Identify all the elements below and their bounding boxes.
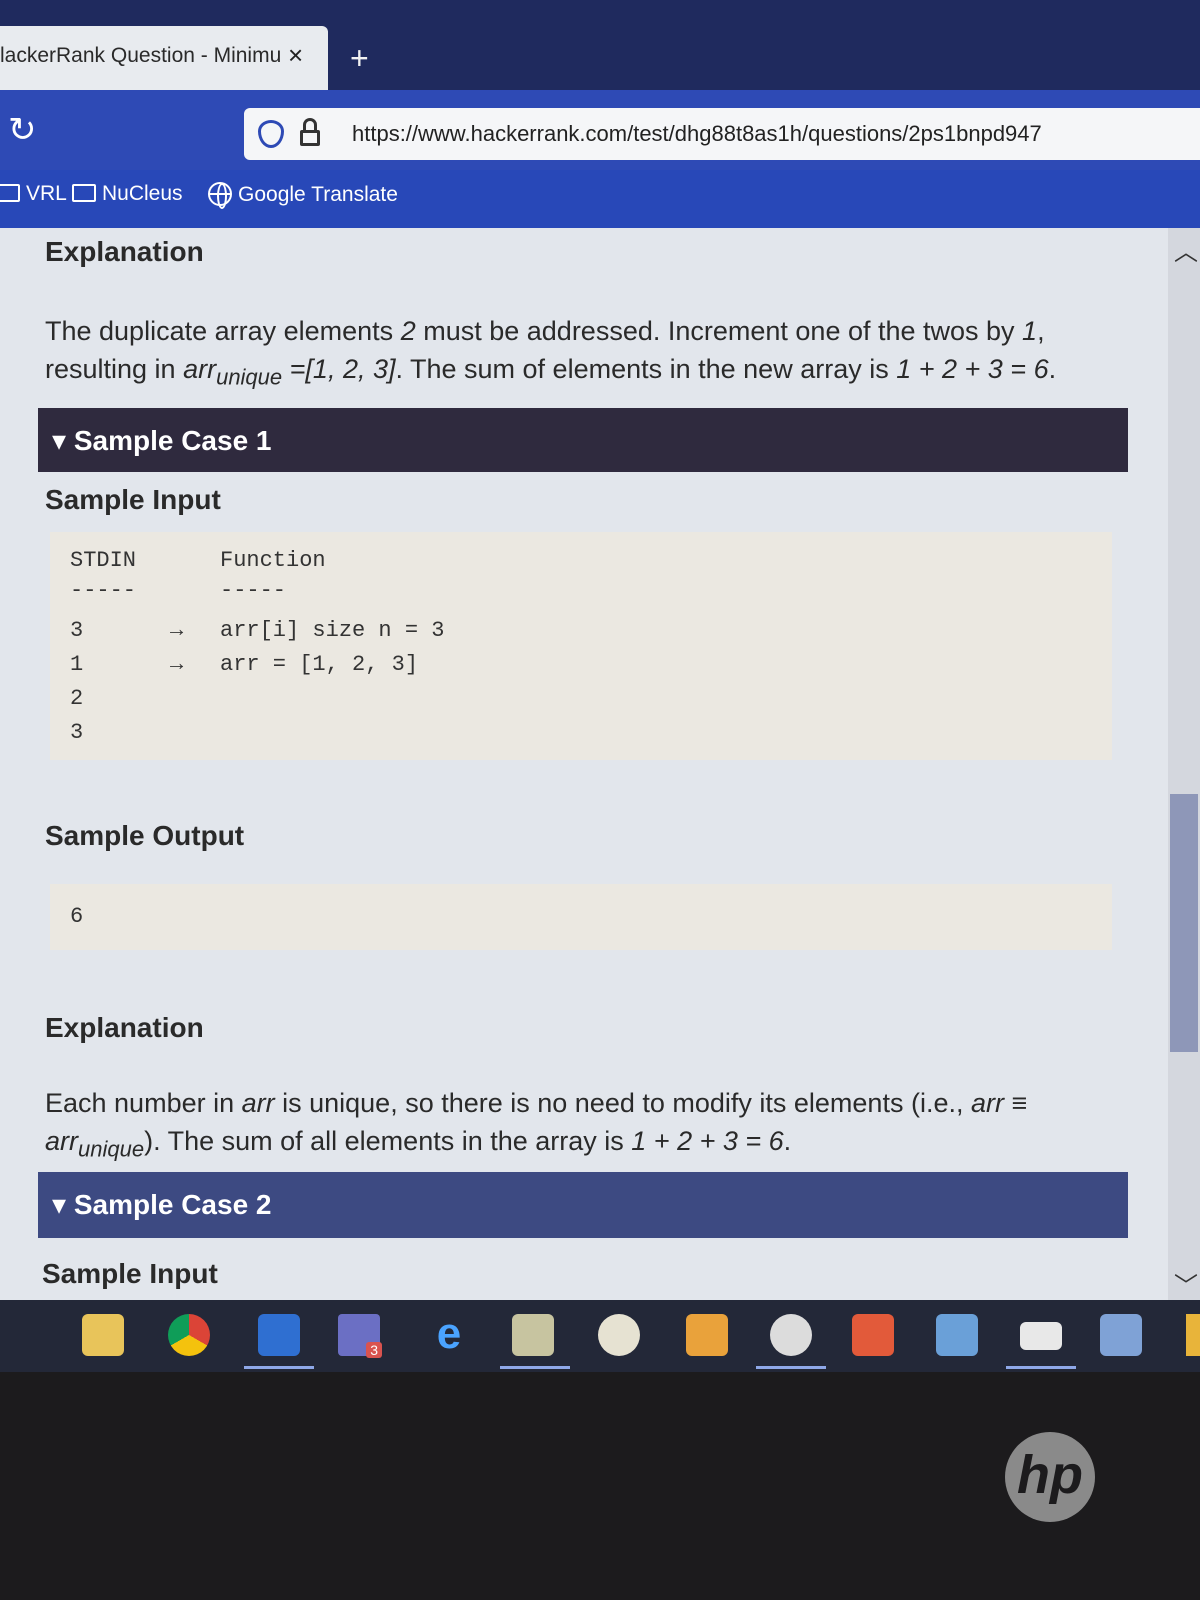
terminal-active-indicator — [1006, 1366, 1076, 1369]
text-segment: . — [783, 1126, 792, 1156]
text-segment: must be addressed. Increment one of the … — [415, 316, 1023, 346]
stdin-value: 2 — [70, 686, 84, 711]
function-label: Function — [220, 548, 326, 573]
stdin-value: 1 — [70, 652, 84, 677]
terminal-icon[interactable] — [1020, 1322, 1062, 1350]
output-value: 6 — [70, 904, 84, 929]
function-value: arr = [1, 2, 3] — [220, 652, 419, 677]
outlook-active-indicator — [244, 1366, 314, 1369]
chrome-icon[interactable] — [168, 1314, 210, 1356]
teams-badge: 3 — [366, 1342, 382, 1358]
teams-icon[interactable]: 3 — [338, 1314, 382, 1358]
sample-case-1-header[interactable]: ▾ Sample Case 1 — [38, 408, 1128, 472]
text-segment: Each number in — [45, 1088, 242, 1118]
explanation-heading: Explanation — [45, 236, 204, 267]
stdin-value: 3 — [70, 618, 84, 643]
scroll-up-icon[interactable]: ︿ — [1174, 232, 1198, 267]
text-segment: 1 — [1022, 316, 1038, 346]
bookmark-label: Google Translate — [238, 183, 398, 206]
lock-icon[interactable] — [300, 118, 320, 148]
url-text[interactable]: https://www.hackerrank.com/test/dhg88t8a… — [352, 121, 1042, 147]
function-dashes: ----- — [220, 578, 287, 603]
internet-explorer-icon[interactable]: e — [428, 1312, 470, 1356]
outlook-icon[interactable] — [258, 1314, 300, 1356]
explanation-heading-1: Explanation — [45, 1012, 204, 1043]
folder-icon — [0, 184, 20, 202]
sample-case-2-header[interactable]: ▾ Sample Case 2 — [38, 1172, 1128, 1238]
arrow-icon: → — [170, 652, 184, 677]
network-icon[interactable] — [936, 1314, 978, 1356]
bookmark-vrl[interactable]: VRL — [0, 182, 67, 206]
text-segment: is unique, so there is no need to modify… — [274, 1088, 971, 1118]
file-explorer-icon[interactable] — [82, 1314, 124, 1356]
ue-icon[interactable] — [598, 1314, 640, 1356]
notepad-icon[interactable] — [512, 1314, 554, 1356]
navigation-bar: ↻ https://www.hackerrank.com/test/dhg88t… — [0, 90, 1200, 170]
question-content: Explanation The duplicate array elements… — [0, 228, 1168, 1310]
paint-active-indicator — [756, 1366, 826, 1369]
new-tab-button[interactable]: + — [350, 40, 369, 77]
sample-input-heading-2: Sample Input — [42, 1258, 218, 1289]
text-segment: , — [1037, 316, 1045, 346]
sample-output-heading: Sample Output — [45, 820, 245, 851]
close-tab-icon[interactable]: × — [288, 40, 303, 71]
text-segment: resulting in — [45, 354, 184, 384]
scroll-thumb[interactable] — [1170, 794, 1198, 1052]
function-value: arr[i] size n = 3 — [220, 618, 445, 643]
text-segment: arr — [241, 1088, 275, 1118]
text-segment: . The sum of elements in the new array i… — [395, 354, 897, 384]
hp-logo: hp — [1005, 1432, 1095, 1522]
text-segment: ). The sum of all elements in the array … — [144, 1126, 632, 1156]
connection-icon[interactable] — [1100, 1314, 1142, 1356]
browser-window: lackerRank Question - Minimu × + ↻ https… — [0, 0, 1200, 1310]
bookmark-label: NuCleus — [102, 182, 183, 205]
text-segment: 2 — [400, 316, 416, 346]
bookmark-google-translate[interactable]: Google Translate — [208, 182, 398, 209]
text-segment: arr ≡ — [970, 1088, 1028, 1118]
paint-icon[interactable] — [770, 1314, 812, 1356]
tab-title: lackerRank Question - Minimu — [0, 44, 282, 67]
app-icon[interactable] — [852, 1314, 894, 1356]
stdin-value: 3 — [70, 720, 84, 745]
tab-bar: lackerRank Question - Minimu × + — [0, 0, 1200, 95]
text-segment: 1 + 2 + 3 = 6 — [631, 1126, 784, 1156]
reload-icon[interactable]: ↻ — [8, 110, 37, 150]
text-segment: 1 + 2 + 3 = 6 — [896, 354, 1049, 384]
shield-icon[interactable] — [258, 120, 284, 148]
text-segment: unique — [216, 364, 283, 390]
text-segment: arr — [183, 354, 217, 384]
sample-input-box: STDIN Function ----- ----- 3 → arr[i] si… — [50, 532, 1112, 760]
stdin-label: STDIN — [70, 548, 137, 573]
bookmark-label: VRL — [26, 182, 67, 205]
text-segment: =[1, 2, 3] — [282, 354, 396, 384]
globe-icon — [208, 182, 232, 209]
address-bar[interactable]: https://www.hackerrank.com/test/dhg88t8a… — [244, 108, 1200, 160]
text-segment: arr — [45, 1126, 78, 1156]
arrow-icon: → — [170, 618, 184, 643]
scroll-down-icon[interactable]: ﹀ — [1174, 1266, 1198, 1301]
bookmark-nucleus[interactable]: NuCleus — [72, 182, 183, 206]
sample-output-box: 6 — [50, 884, 1112, 950]
active-tab[interactable]: lackerRank Question - Minimu × — [0, 26, 328, 90]
bookmarks-bar: VRL NuCleus Google Translate — [0, 170, 1200, 228]
explanation-text: The duplicate array elements 2 must be a… — [45, 312, 1105, 396]
text-segment: unique — [78, 1136, 145, 1162]
app-edge-icon[interactable] — [1186, 1314, 1200, 1356]
taskbar: 3 e — [0, 1300, 1200, 1372]
text-segment: . — [1048, 354, 1057, 384]
sample-input-heading: Sample Input — [45, 484, 221, 515]
mail-icon[interactable] — [686, 1314, 728, 1356]
notepad-active-indicator — [500, 1366, 570, 1369]
stdin-dashes: ----- — [70, 578, 137, 603]
text-segment: The duplicate array elements — [45, 316, 401, 346]
monitor-bezel: hp — [0, 1372, 1200, 1600]
explanation-text-1: Each number in arr is unique, so there i… — [45, 1084, 1105, 1168]
folder-icon — [72, 184, 96, 202]
vertical-scrollbar[interactable]: ︿ ﹀ — [1168, 228, 1200, 1310]
